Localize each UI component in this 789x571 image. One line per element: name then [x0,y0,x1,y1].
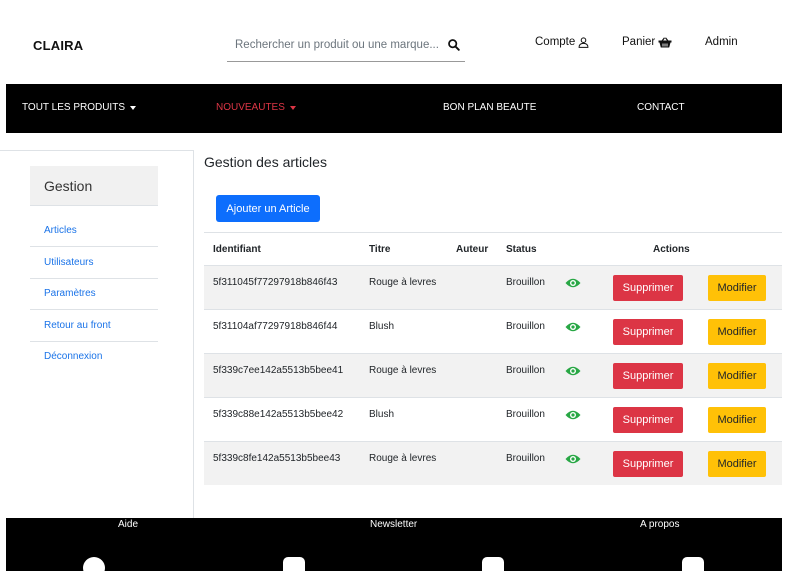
facebook-icon[interactable] [83,557,105,571]
article-status: Brouillon [506,277,545,288]
nav-item-label: BON PLAN BEAUTE [443,102,537,113]
article-status: Brouillon [506,453,545,464]
edit-button[interactable]: Modifier [708,451,766,477]
footer-link-about[interactable]: A propos [640,519,679,530]
column-header-author: Auteur [456,244,489,255]
footer-social-bar [6,533,782,571]
article-id: 5f339c88e142a5513b5bee42 [213,409,344,420]
nav-item-label: CONTACT [637,102,685,113]
delete-button[interactable]: Supprimer [613,319,683,345]
brand-logo[interactable]: CLAIRA [33,38,83,53]
footer-link-newsletter[interactable]: Newsletter [370,519,417,530]
delete-button[interactable]: Supprimer [613,451,683,477]
nav-item-all-products[interactable]: TOUT LES PRODUITS [22,102,136,113]
edit-button[interactable]: Modifier [708,407,766,433]
article-id: 5f339c7ee142a5513b5bee41 [213,365,344,376]
sidebar-item-back-to-front[interactable]: Retour au front [30,311,158,342]
table-row: 5f339c7ee142a5513b5bee41 Rouge à levres … [204,353,782,397]
articles-table: Identifiant Titre Auteur Status Actions … [204,232,782,485]
cart-link[interactable]: Panier [622,36,672,48]
table-row: 5f31104af77297918b846f44 Blush Brouillon… [204,309,782,353]
article-title: Blush [369,409,395,420]
edit-button[interactable]: Modifier [708,275,766,301]
search-bar[interactable]: Rechercher un produit ou une marque... [227,30,465,62]
article-title: Rouge à levres [369,277,437,288]
table-header: Identifiant Titre Auteur Status Actions [204,232,782,265]
add-article-button[interactable]: Ajouter un Article [216,195,320,222]
sidebar-item-users[interactable]: Utilisateurs [30,248,158,279]
eye-icon[interactable] [565,453,581,465]
table-row: 5f339c88e142a5513b5bee42 Blush Brouillon… [204,397,782,441]
article-status: Brouillon [506,409,545,420]
article-id: 5f31104af77297918b846f44 [213,321,338,332]
sidebar-item-articles[interactable]: Articles [30,216,158,247]
nav-item-contact[interactable]: CONTACT [637,102,685,113]
column-header-status: Status [506,244,537,255]
column-header-id: Identifiant [213,244,261,255]
basket-icon [658,36,672,47]
site-header: CLAIRA Rechercher un produit ou une marq… [0,0,789,84]
column-header-title: Titre [369,244,391,255]
eye-icon[interactable] [565,321,581,333]
account-link[interactable]: Compte [535,36,589,48]
main-navbar: TOUT LES PRODUITS NOUVEAUTES BON PLAN BE… [6,84,782,133]
sidebar-item-settings[interactable]: Paramètres [30,279,158,310]
nav-item-new[interactable]: NOUVEAUTES [216,102,296,113]
edit-button[interactable]: Modifier [708,363,766,389]
nav-item-label: NOUVEAUTES [216,102,285,113]
edit-button[interactable]: Modifier [708,319,766,345]
cart-label: Panier [622,36,656,48]
article-title: Rouge à levres [369,365,437,376]
article-id: 5f339c8fe142a5513b5bee43 [213,453,341,464]
eye-icon[interactable] [565,277,581,289]
youtube-icon[interactable] [283,557,305,571]
eye-icon[interactable] [565,409,581,421]
article-title: Rouge à levres [369,453,437,464]
account-label: Compte [535,36,576,48]
admin-link[interactable]: Admin [705,36,738,48]
instagram-icon[interactable] [482,557,504,571]
user-icon [578,36,589,48]
caret-down-icon [289,105,296,110]
caret-down-icon [129,105,136,110]
article-title: Blush [369,321,395,332]
table-row: 5f311045f77297918b846f43 Rouge à levres … [204,265,782,309]
article-id: 5f311045f77297918b846f43 [213,277,338,288]
search-icon[interactable] [447,38,461,52]
admin-sidebar: Gestion Articles Utilisateurs Paramètres… [0,150,194,518]
delete-button[interactable]: Supprimer [613,363,683,389]
article-status: Brouillon [506,321,545,332]
column-header-actions: Actions [653,244,690,255]
sidebar-title: Gestion [44,178,93,194]
search-input[interactable]: Rechercher un produit ou une marque... [235,39,439,51]
delete-button[interactable]: Supprimer [613,407,683,433]
footer-link-help[interactable]: Aide [118,519,138,530]
sidebar-header: Gestion [30,166,158,206]
eye-icon[interactable] [565,365,581,377]
user-icon[interactable] [682,557,704,571]
delete-button[interactable]: Supprimer [613,275,683,301]
nav-item-beauty-deals[interactable]: BON PLAN BEAUTE [443,102,536,113]
sidebar-item-logout[interactable]: Déconnexion [30,342,158,373]
footer-links-bar: Aide Newsletter A propos [6,518,782,533]
page-title: Gestion des articles [204,154,327,170]
article-status: Brouillon [506,365,545,376]
nav-item-label: TOUT LES PRODUITS [22,102,125,113]
table-row: 5f339c8fe142a5513b5bee43 Rouge à levres … [204,441,782,485]
